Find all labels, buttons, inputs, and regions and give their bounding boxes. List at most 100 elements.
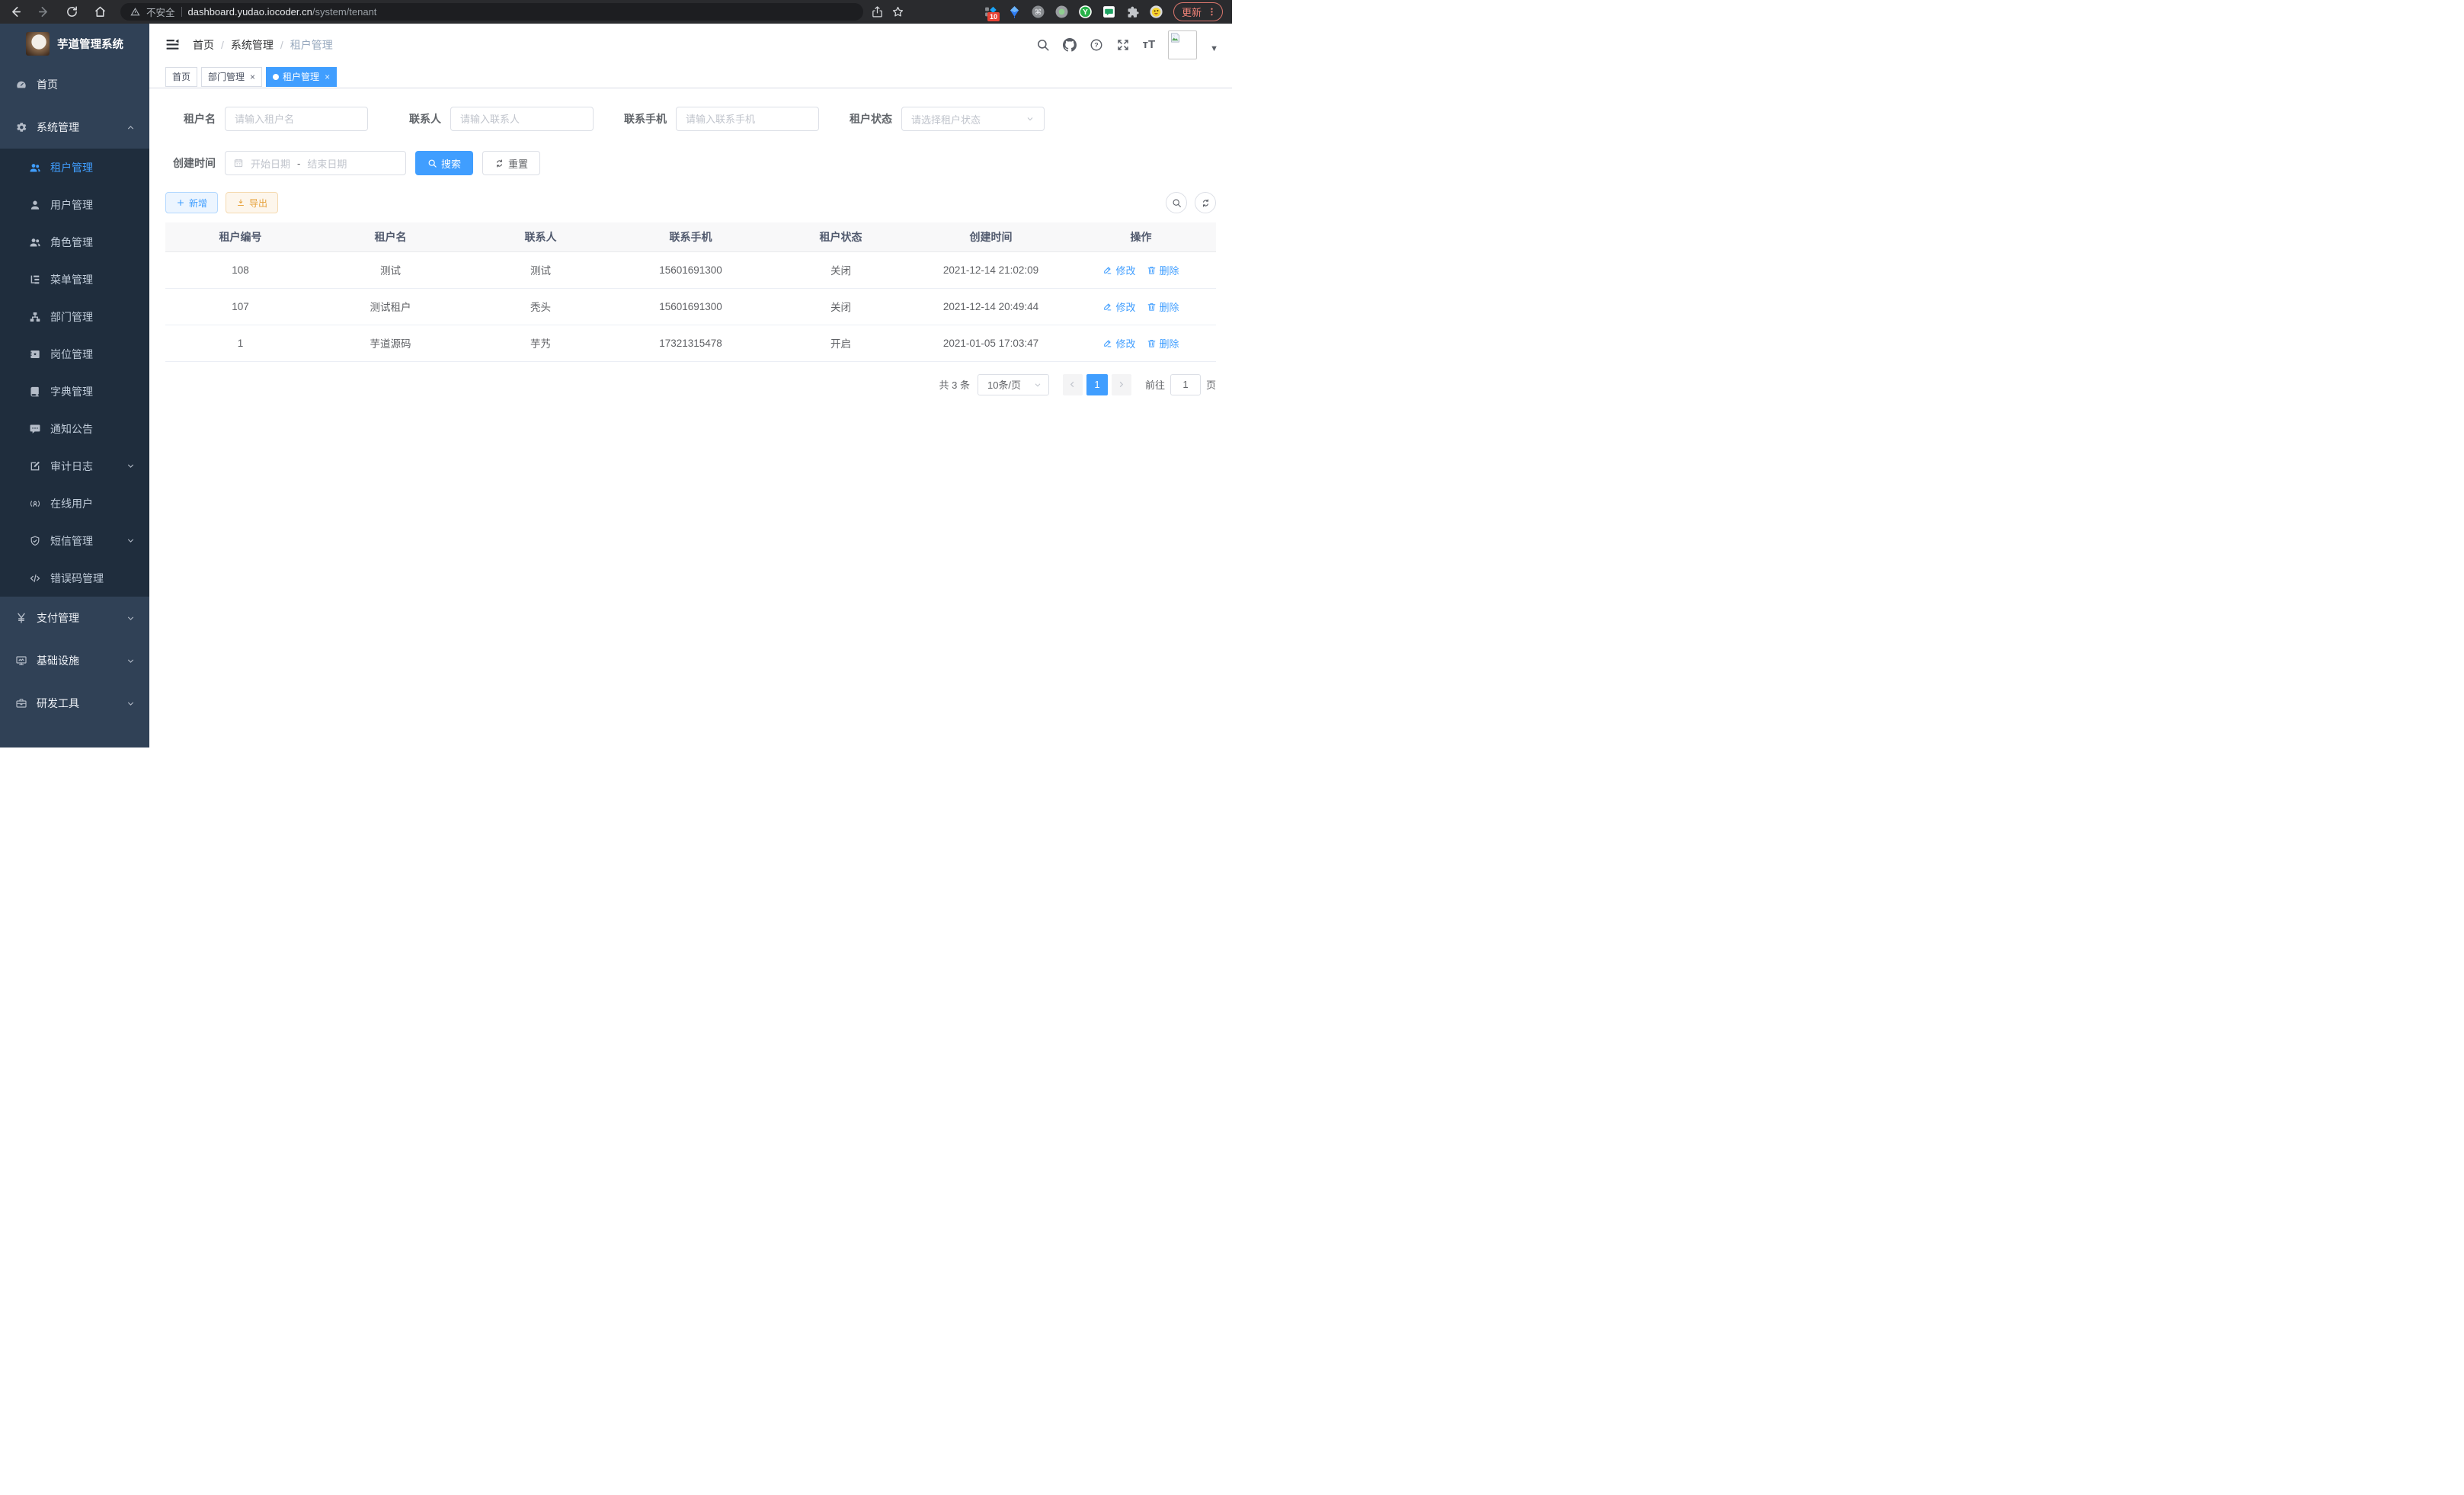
- browser-toolbar: 不安全 dashboard.yudao.iocoder.cn/system/te…: [0, 0, 1232, 24]
- contact-name-input[interactable]: [450, 107, 594, 131]
- sidebar-item-label: 岗位管理: [50, 347, 93, 362]
- sidebar-item-label: 基础设施: [37, 653, 79, 668]
- sidebar-item-pay[interactable]: 支付管理: [0, 597, 149, 639]
- edit-button[interactable]: 修改: [1102, 263, 1135, 277]
- security-label[interactable]: 不安全: [146, 5, 175, 19]
- avatar[interactable]: [1168, 30, 1197, 59]
- sidebar-item-system[interactable]: 系统管理: [0, 106, 149, 149]
- extension-kite-icon[interactable]: [1008, 5, 1021, 18]
- contact-mobile-input[interactable]: [676, 107, 819, 131]
- logo[interactable]: 芋道管理系统: [0, 24, 149, 63]
- add-button[interactable]: 新增: [165, 192, 218, 213]
- back-icon[interactable]: [9, 5, 22, 18]
- date-start-placeholder: 开始日期: [251, 156, 290, 171]
- reset-button-label: 重置: [508, 156, 528, 171]
- cell-id: 1: [165, 325, 315, 361]
- breadcrumb-item[interactable]: 首页: [193, 37, 214, 53]
- github-icon[interactable]: [1063, 38, 1077, 52]
- sidebar-item-label: 系统管理: [37, 120, 79, 135]
- reload-icon[interactable]: [66, 5, 78, 18]
- home-icon[interactable]: [94, 5, 107, 18]
- sidebar-item-online[interactable]: 在线用户: [0, 485, 149, 522]
- sidebar-item-label: 错误码管理: [50, 571, 104, 586]
- goto-page-input[interactable]: [1170, 374, 1201, 395]
- address-bar[interactable]: 不安全 dashboard.yudao.iocoder.cn/system/te…: [120, 3, 863, 21]
- refresh-table-button[interactable]: [1195, 192, 1216, 213]
- sidebar-item-infra[interactable]: 基础设施: [0, 639, 149, 682]
- next-page-button[interactable]: [1112, 374, 1131, 395]
- extension-chat-icon[interactable]: [1102, 5, 1115, 18]
- tab-home[interactable]: 首页: [165, 67, 197, 87]
- extension-record-icon[interactable]: [1055, 5, 1068, 18]
- tab-tenant[interactable]: 租户管理×: [266, 67, 337, 87]
- bookmark-star-icon[interactable]: [891, 5, 904, 18]
- fullscreen-icon[interactable]: [1116, 38, 1130, 52]
- edit-button[interactable]: 修改: [1102, 336, 1135, 351]
- page-unit-label: 页: [1206, 377, 1216, 392]
- help-icon[interactable]: ?: [1090, 38, 1103, 52]
- search-button[interactable]: 搜索: [415, 151, 473, 175]
- delete-button[interactable]: 删除: [1147, 299, 1179, 314]
- create-time-range-picker[interactable]: 开始日期 - 结束日期: [225, 151, 406, 175]
- sidebar-item-sms[interactable]: 短信管理: [0, 522, 149, 559]
- sidebar-item-menu[interactable]: 菜单管理: [0, 261, 149, 298]
- cell-created: 2021-01-05 17:03:47: [916, 325, 1066, 361]
- filter-label: 联系人: [391, 111, 441, 126]
- tab-dept[interactable]: 部门管理×: [201, 67, 262, 87]
- edit-label: 修改: [1115, 263, 1135, 277]
- filter-label: 租户名: [165, 111, 216, 126]
- font-size-icon[interactable]: тT: [1143, 38, 1156, 51]
- tenant-status-select[interactable]: 请选择租户状态: [901, 107, 1045, 131]
- sidebar-item-role[interactable]: 角色管理: [0, 223, 149, 261]
- chevron-down-icon: [126, 656, 136, 666]
- cell-mobile: 15601691300: [616, 288, 766, 325]
- user-menu-caret-icon[interactable]: ▼: [1210, 44, 1218, 53]
- filter-row-1: 租户名联系人联系手机租户状态请选择租户状态: [165, 107, 1216, 131]
- sidebar-item-home[interactable]: 首页: [0, 63, 149, 106]
- tab-close-icon[interactable]: ×: [325, 72, 330, 82]
- sidebar-item-devtools[interactable]: 研发工具: [0, 682, 149, 725]
- extension-emoji-icon[interactable]: [1150, 5, 1163, 18]
- sidebar-item-post[interactable]: 岗位管理: [0, 335, 149, 373]
- edit-button[interactable]: 修改: [1102, 299, 1135, 314]
- magnifier-icon: [427, 158, 437, 168]
- extension-y-icon[interactable]: Y: [1079, 5, 1092, 18]
- prev-page-button[interactable]: [1063, 374, 1083, 395]
- sidebar-item-audit[interactable]: 审计日志: [0, 447, 149, 485]
- toggle-search-button[interactable]: [1166, 192, 1187, 213]
- export-button[interactable]: 导出: [226, 192, 278, 213]
- column-header: 租户编号: [165, 222, 315, 251]
- delete-button[interactable]: 删除: [1147, 336, 1179, 351]
- tenant-name-input[interactable]: [225, 107, 368, 131]
- extension-puzzle-icon[interactable]: [1126, 5, 1139, 18]
- reset-button[interactable]: 重置: [482, 151, 540, 175]
- column-header: 操作: [1066, 222, 1216, 251]
- forward-icon[interactable]: [37, 5, 50, 18]
- search-icon[interactable]: [1036, 38, 1050, 52]
- sidebar-item-errorcode[interactable]: 错误码管理: [0, 559, 149, 597]
- browser-update-button[interactable]: 更新: [1173, 2, 1223, 21]
- sidebar-item-user[interactable]: 用户管理: [0, 186, 149, 223]
- cell-name: 测试租户: [315, 288, 466, 325]
- breadcrumb-item[interactable]: 系统管理: [231, 37, 274, 53]
- tab-close-icon[interactable]: ×: [250, 72, 255, 82]
- browser-menu-icon[interactable]: [1207, 7, 1217, 17]
- refresh-icon: [494, 158, 504, 168]
- filter-item-contact-name: 联系人: [391, 107, 594, 131]
- search-form: 租户名联系人联系手机租户状态请选择租户状态 创建时间 开始日期 - 结束日期 搜…: [165, 107, 1216, 175]
- sidebar-item-dept[interactable]: 部门管理: [0, 298, 149, 335]
- page-1-button[interactable]: 1: [1086, 374, 1108, 395]
- extension-tabs-icon[interactable]: 10: [984, 5, 997, 18]
- extension-command-icon[interactable]: ⌘: [1032, 5, 1045, 18]
- security-warning-icon[interactable]: [130, 7, 140, 17]
- sidebar-toggle-icon[interactable]: [165, 37, 180, 52]
- sidebar-item-tenant[interactable]: 租户管理: [0, 149, 149, 186]
- column-header: 联系人: [466, 222, 616, 251]
- sidebar-item-dict[interactable]: 字典管理: [0, 373, 149, 410]
- share-icon[interactable]: [871, 5, 884, 18]
- sidebar-item-notice[interactable]: 通知公告: [0, 410, 149, 447]
- goto-page: 前往 页: [1145, 374, 1216, 395]
- cell-contact: 测试: [466, 251, 616, 288]
- delete-button[interactable]: 删除: [1147, 263, 1179, 277]
- page-size-select[interactable]: 10条/页: [978, 374, 1049, 395]
